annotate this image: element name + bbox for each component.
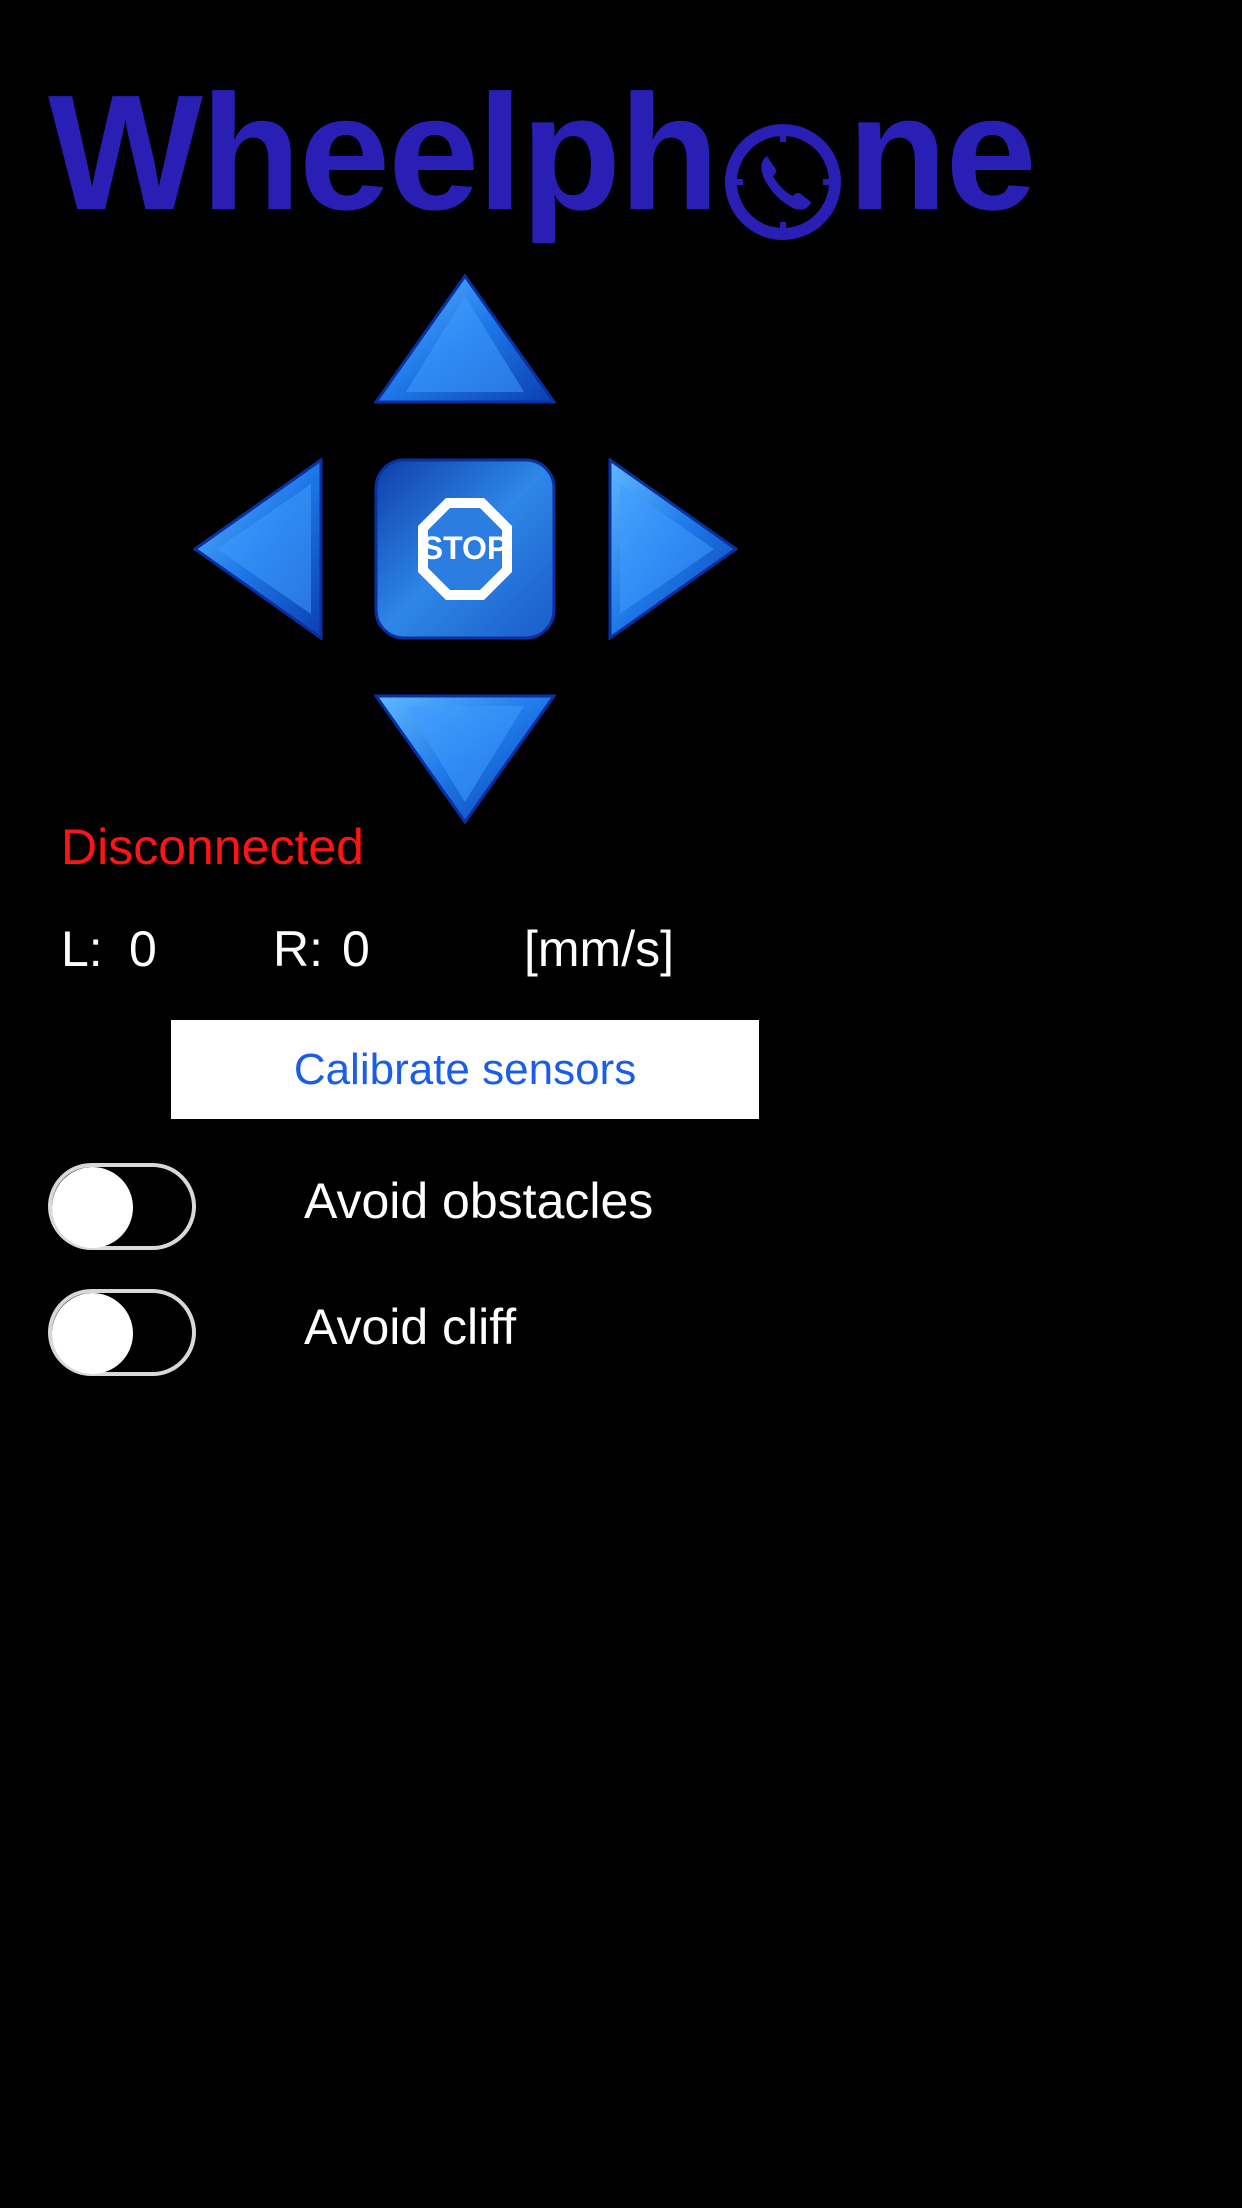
- stop-label: STOP: [422, 530, 509, 566]
- avoid-obstacles-toggle[interactable]: [48, 1163, 196, 1250]
- avoid-cliff-toggle[interactable]: [48, 1289, 196, 1376]
- app-logo: Wheelph ne: [48, 61, 1037, 244]
- arrow-up-icon: [374, 274, 556, 404]
- logo-text-end: ne: [847, 61, 1036, 244]
- speed-unit: [mm/s]: [524, 921, 674, 977]
- connection-status: Disconnected: [61, 819, 364, 875]
- forward-button[interactable]: [374, 274, 556, 406]
- avoid-cliff-label: Avoid cliff: [304, 1299, 517, 1355]
- logo-text-start: Wheelph: [48, 61, 719, 244]
- right-speed-label: R:: [273, 921, 323, 977]
- toggle-knob: [52, 1167, 133, 1248]
- turn-left-button[interactable]: [193, 458, 323, 640]
- calibrate-sensors-button[interactable]: Calibrate sensors: [171, 1020, 759, 1119]
- left-speed-label: L:: [61, 921, 103, 977]
- avoid-obstacles-label: Avoid obstacles: [304, 1173, 654, 1229]
- stop-sign-icon: STOP: [374, 458, 556, 640]
- arrow-left-icon: [193, 458, 323, 640]
- phone-dial-icon: [721, 106, 845, 240]
- stop-button[interactable]: STOP: [374, 458, 556, 640]
- toggle-knob: [52, 1293, 133, 1374]
- turn-right-button[interactable]: [608, 458, 738, 640]
- arrow-down-icon: [374, 694, 556, 824]
- arrow-right-icon: [608, 458, 738, 640]
- left-speed-value: 0: [129, 921, 157, 977]
- backward-button[interactable]: [374, 692, 556, 824]
- right-speed-value: 0: [342, 921, 370, 977]
